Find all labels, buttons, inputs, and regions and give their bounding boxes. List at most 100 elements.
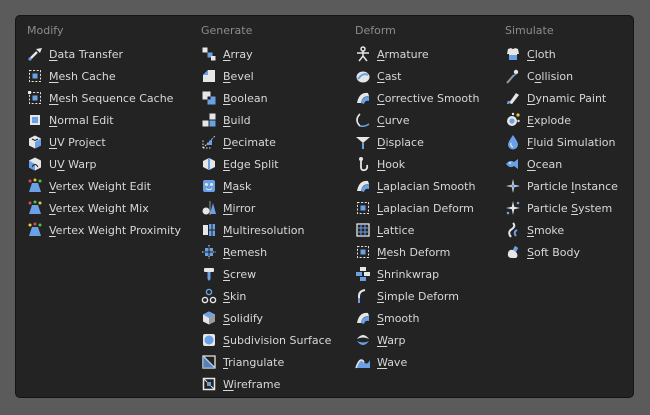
menu-item-edge-split[interactable]: Edge Split	[201, 153, 279, 175]
menu-item-simple-deform[interactable]: Simple Deform	[355, 285, 459, 307]
menu-item-multiresolution[interactable]: Multiresolution	[201, 219, 305, 241]
menu-item-label: Solidify	[223, 311, 264, 325]
menu-item-smoke[interactable]: Smoke	[505, 219, 564, 241]
smoke-icon	[505, 222, 521, 238]
menu-item-mirror[interactable]: Mirror	[201, 197, 255, 219]
displace-icon	[355, 134, 371, 150]
menu-item-label: Normal Edit	[49, 113, 114, 127]
data-transfer-icon	[27, 46, 43, 62]
uv-warp-icon	[27, 156, 43, 172]
menu-item-ocean[interactable]: Ocean	[505, 153, 562, 175]
skin-icon	[201, 288, 217, 304]
bevel-icon	[201, 68, 217, 84]
menu-item-triangulate[interactable]: Triangulate	[201, 351, 284, 373]
menu-item-uv-project[interactable]: UV Project	[27, 131, 106, 153]
collision-icon	[505, 68, 521, 84]
normal-edit-icon	[27, 112, 43, 128]
menu-item-curve[interactable]: Curve	[355, 109, 409, 131]
menu-item-collision[interactable]: Collision	[505, 65, 573, 87]
menu-item-particle-system[interactable]: Particle System	[505, 197, 612, 219]
add-modifier-menu: Modify Data Transfer Mesh Cache Mesh Seque…	[15, 15, 634, 398]
menu-item-laplacian-deform[interactable]: Laplacian Deform	[355, 197, 474, 219]
menu-item-label: Boolean	[223, 91, 268, 105]
mask-icon	[201, 178, 217, 194]
decimate-icon	[201, 134, 217, 150]
menu-item-label: Cloth	[527, 47, 556, 61]
menu-item-label: Data Transfer	[49, 47, 124, 61]
menu-item-shrinkwrap[interactable]: Shrinkwrap	[355, 263, 439, 285]
laplacian-smooth-icon	[355, 178, 371, 194]
menu-item-fluid-simulation[interactable]: Fluid Simulation	[505, 131, 615, 153]
menu-item-vertex-weight-mix[interactable]: Vertex Weight Mix	[27, 197, 149, 219]
menu-item-label: Warp	[377, 333, 406, 347]
menu-item-label: Collision	[527, 69, 574, 83]
fluid-simulation-icon	[505, 134, 521, 150]
menu-item-hook[interactable]: Hook	[355, 153, 405, 175]
menu-item-label: Edge Split	[223, 157, 279, 171]
particle-system-icon	[505, 200, 521, 216]
menu-item-label: Screw	[223, 267, 257, 281]
menu-item-data-transfer[interactable]: Data Transfer	[27, 43, 123, 65]
menu-item-remesh[interactable]: Remesh	[201, 241, 267, 263]
menu-item-boolean[interactable]: Boolean	[201, 87, 268, 109]
menu-item-bevel[interactable]: Bevel	[201, 65, 254, 87]
column-header-modify: Modify	[27, 24, 64, 37]
menu-item-label: Laplacian Deform	[377, 201, 474, 215]
menu-item-cast[interactable]: Cast	[355, 65, 401, 87]
menu-item-normal-edit[interactable]: Normal Edit	[27, 109, 114, 131]
menu-item-label: Corrective Smooth	[377, 91, 480, 105]
menu-item-uv-warp[interactable]: UV Warp	[27, 153, 97, 175]
menu-item-array[interactable]: Array	[201, 43, 253, 65]
uv-project-icon	[27, 134, 43, 150]
menu-item-label: Hook	[377, 157, 406, 171]
menu-item-screw[interactable]: Screw	[201, 263, 256, 285]
menu-item-build[interactable]: Build	[201, 109, 251, 131]
menu-item-particle-instance[interactable]: Particle Instance	[505, 175, 618, 197]
menu-item-label: Wave	[377, 355, 408, 369]
menu-item-explode[interactable]: Explode	[505, 109, 571, 131]
menu-item-mesh-sequence-cache[interactable]: Mesh Sequence Cache	[27, 87, 173, 109]
menu-item-soft-body[interactable]: Soft Body	[505, 241, 580, 263]
multiresolution-icon	[201, 222, 217, 238]
menu-item-wave[interactable]: Wave	[355, 351, 407, 373]
soft-body-icon	[505, 244, 521, 260]
menu-item-label: Multiresolution	[223, 223, 305, 237]
menu-item-label: Armature	[377, 47, 429, 61]
menu-item-smooth[interactable]: Smooth	[355, 307, 419, 329]
menu-item-mesh-cache[interactable]: Mesh Cache	[27, 65, 116, 87]
column-header-simulate: Simulate	[505, 24, 554, 37]
remesh-icon	[201, 244, 217, 260]
menu-item-vertex-weight-proximity[interactable]: Vertex Weight Proximity	[27, 219, 181, 241]
menu-item-decimate[interactable]: Decimate	[201, 131, 276, 153]
menu-item-label: Curve	[377, 113, 410, 127]
menu-item-subdivision-surface[interactable]: Subdivision Surface	[201, 329, 331, 351]
menu-item-mesh-deform[interactable]: Mesh Deform	[355, 241, 450, 263]
menu-item-skin[interactable]: Skin	[201, 285, 246, 307]
menu-item-solidify[interactable]: Solidify	[201, 307, 263, 329]
cast-icon	[355, 68, 371, 84]
menu-item-warp[interactable]: Warp	[355, 329, 405, 351]
mesh-sequence-cache-icon	[27, 90, 43, 106]
menu-item-mask[interactable]: Mask	[201, 175, 251, 197]
menu-item-laplacian-smooth[interactable]: Laplacian Smooth	[355, 175, 475, 197]
mesh-cache-icon	[27, 68, 43, 84]
hook-icon	[355, 156, 371, 172]
cloth-icon	[505, 46, 521, 62]
menu-item-label: Cast	[377, 69, 402, 83]
screw-icon	[201, 266, 217, 282]
menu-item-wireframe[interactable]: Wireframe	[201, 373, 280, 395]
menu-item-lattice[interactable]: Lattice	[355, 219, 414, 241]
shrinkwrap-icon	[355, 266, 371, 282]
edge-split-icon	[201, 156, 217, 172]
menu-item-displace[interactable]: Displace	[355, 131, 424, 153]
menu-item-label: Simple Deform	[377, 289, 459, 303]
menu-item-label: Wireframe	[223, 377, 281, 391]
menu-item-vertex-weight-edit[interactable]: Vertex Weight Edit	[27, 175, 151, 197]
menu-item-corrective-smooth[interactable]: Corrective Smooth	[355, 87, 479, 109]
menu-item-cloth[interactable]: Cloth	[505, 43, 556, 65]
menu-item-armature[interactable]: Armature	[355, 43, 429, 65]
menu-item-dynamic-paint[interactable]: Dynamic Paint	[505, 87, 606, 109]
smooth-icon	[355, 310, 371, 326]
menu-item-label: Dynamic Paint	[527, 91, 607, 105]
menu-item-label: Smooth	[377, 311, 420, 325]
